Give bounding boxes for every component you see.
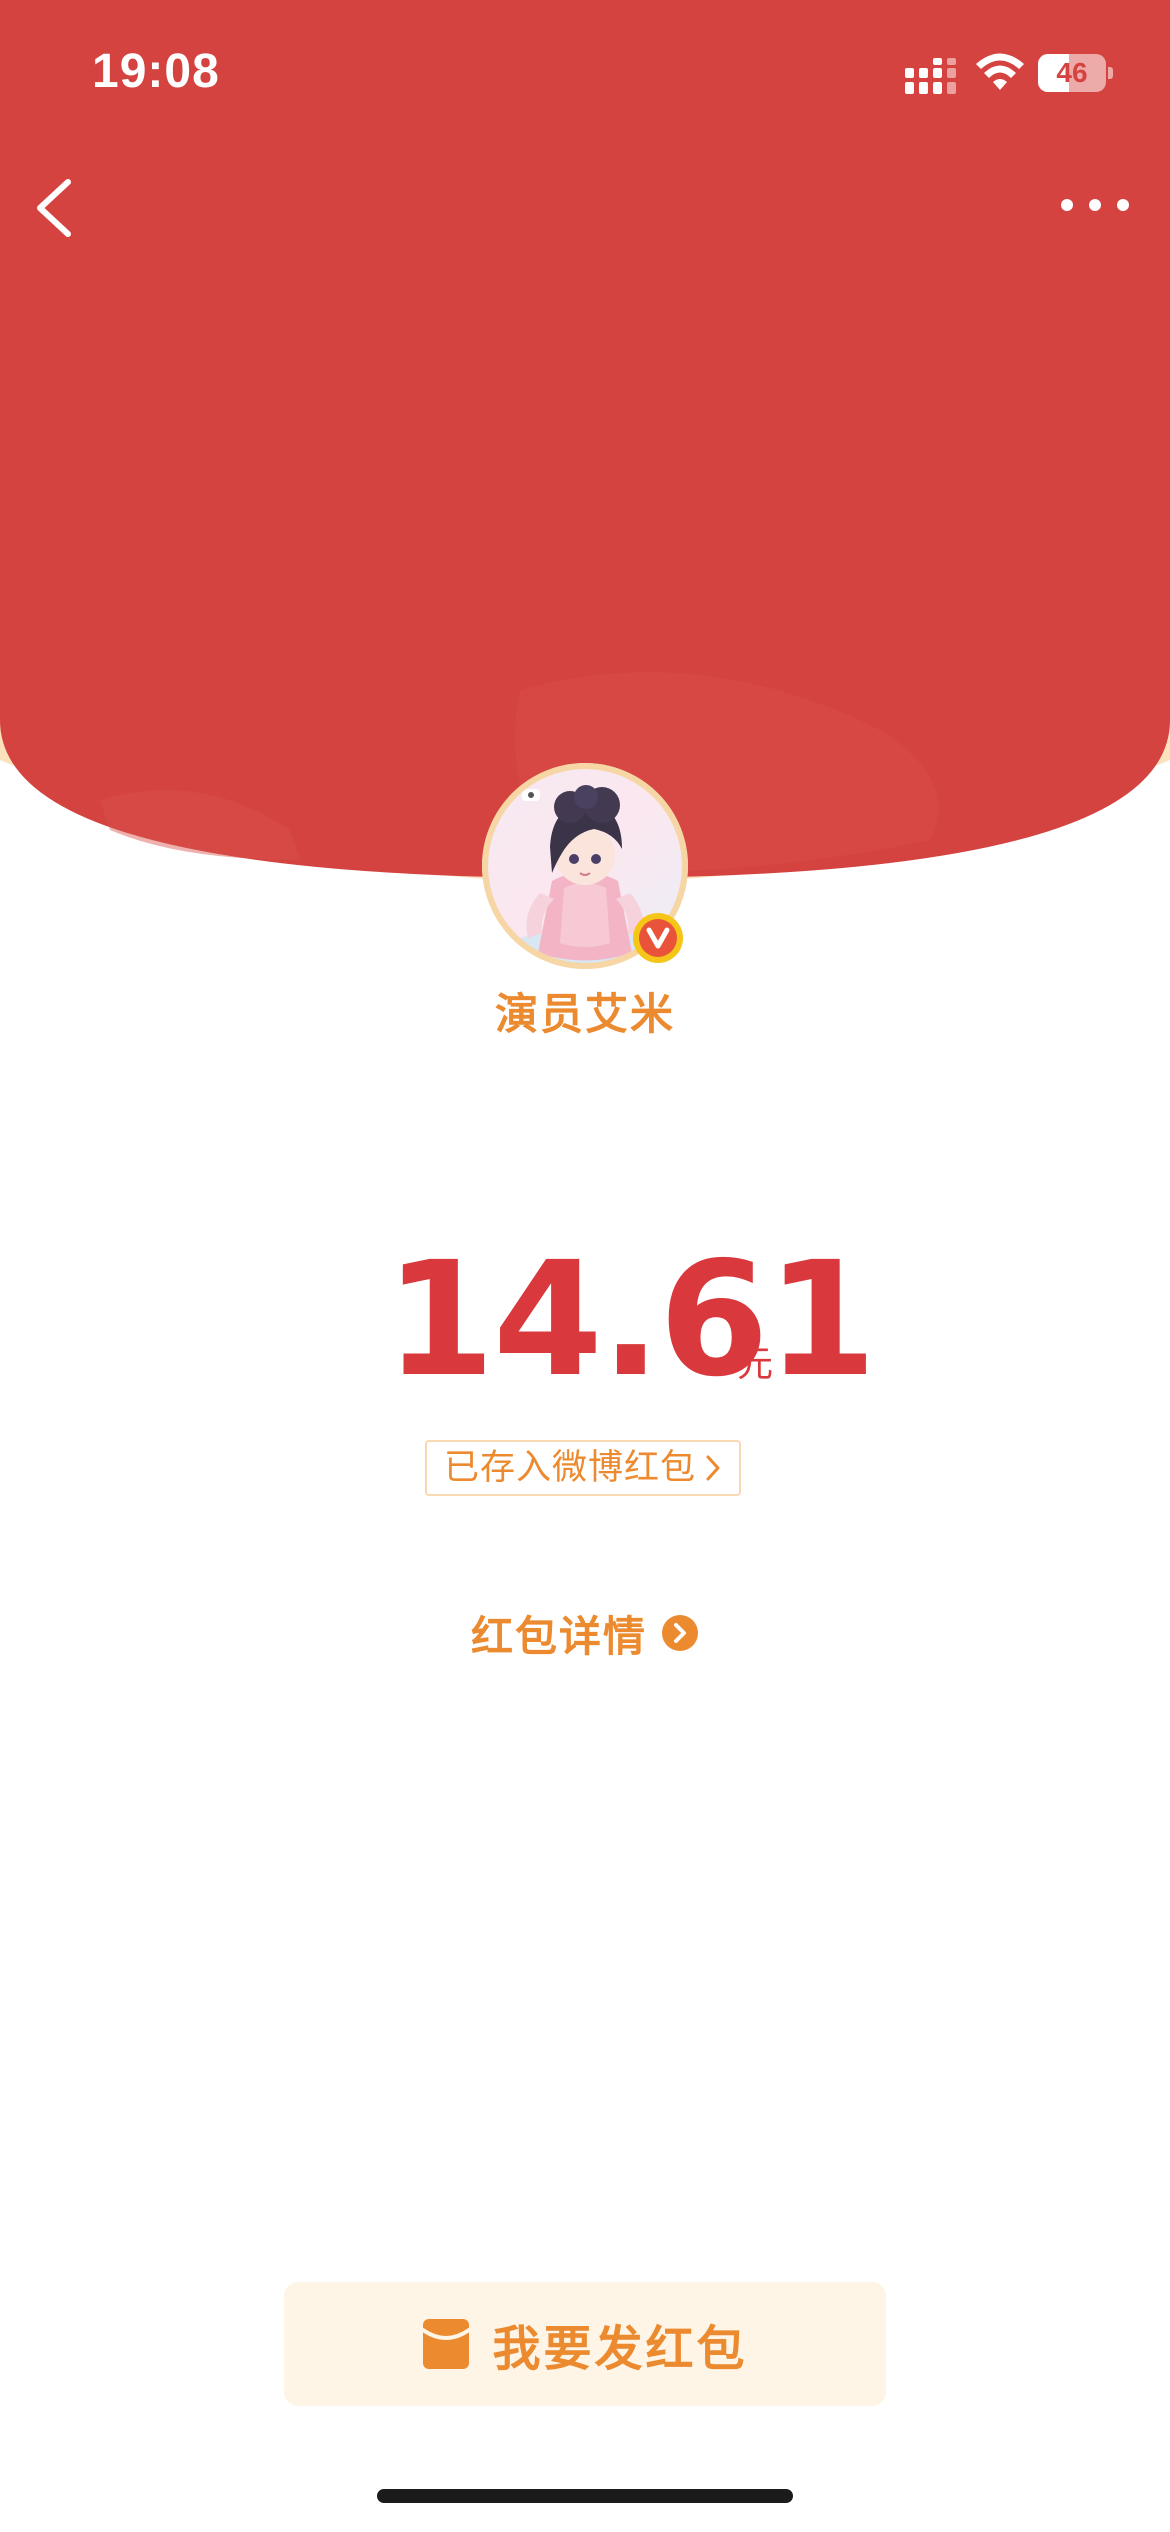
amount-row: 14.61 元 [0, 1235, 1170, 1405]
details-label: 红包详情 [470, 1611, 647, 1661]
home-indicator[interactable] [377, 2489, 793, 2503]
amount-value: 14.61 [385, 1228, 877, 1412]
send-button-label: 我要发红包 [492, 2321, 748, 2377]
red-envelope-icon [422, 2319, 471, 2369]
status-time: 19:08 [92, 45, 220, 98]
stored-tag-label: 已存入微博红包 [443, 1448, 696, 1488]
wifi-icon [976, 53, 1024, 90]
arrow-circle-right-icon [662, 1615, 698, 1651]
battery-level: 46 [1056, 57, 1088, 88]
more-dots-icon [1061, 199, 1129, 211]
more-button[interactable] [1050, 180, 1140, 230]
send-red-packet-button[interactable]: 我要发红包 [284, 2282, 886, 2406]
cellular-signal-icon [905, 58, 956, 94]
sender-name[interactable]: 演员艾米 [0, 980, 1170, 1042]
battery-indicator: 46 [1038, 54, 1114, 92]
battery-cap [1108, 67, 1113, 79]
battery-body: 46 [1038, 54, 1106, 92]
status-bar: 19:08 46 [0, 0, 1170, 140]
back-button[interactable] [22, 168, 92, 248]
amount-unit: 元 [737, 1344, 774, 1385]
chevron-left-icon [37, 179, 71, 237]
stored-to-wallet-link[interactable]: 已存入微博红包 [425, 1440, 741, 1496]
chevron-right-icon [706, 1455, 720, 1481]
verified-v-badge-icon [633, 913, 683, 963]
red-packet-details-link[interactable]: 红包详情 [0, 1598, 1170, 1668]
